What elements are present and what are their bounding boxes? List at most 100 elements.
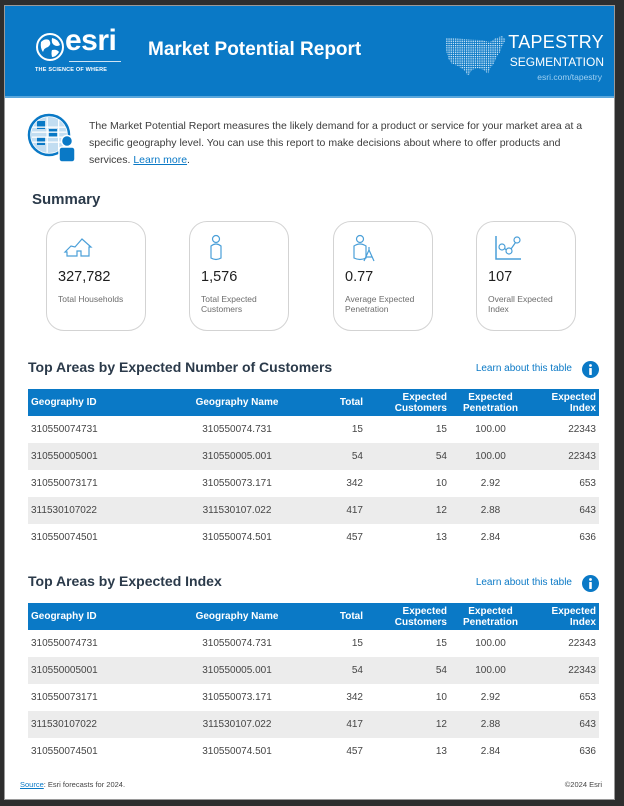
intro-description: The Market Potential Report measures the… bbox=[89, 118, 599, 169]
cell-expected-penetration: 100.00 bbox=[475, 424, 506, 435]
cell-total: 54 bbox=[305, 657, 366, 684]
cell-expected-penetration: 100.00 bbox=[450, 657, 531, 684]
source-text: : Esri forecasts for 2024. bbox=[43, 780, 126, 789]
table-header-row: Geography ID Geography Name Total Expect… bbox=[28, 389, 599, 416]
cell-geography-name: 311530107.022 bbox=[169, 711, 305, 738]
table-row: 310550073171 310550073.171 342 10 2.92 653 bbox=[28, 684, 599, 711]
summary-value: 327,782 bbox=[58, 269, 111, 285]
tapestry-url[interactable]: esri.com/tapestry bbox=[537, 72, 602, 82]
table-row: 311530107022 311530107.022 417 12 2.88 643 bbox=[28, 711, 599, 738]
cell-geography-id: 310550073171 bbox=[31, 478, 98, 489]
cell-total: 457 bbox=[346, 532, 363, 543]
cell-expected-penetration: 2.88 bbox=[450, 711, 531, 738]
summary-heading: Summary bbox=[32, 191, 101, 208]
tapestry-subtitle: SEGMENTATION bbox=[509, 55, 604, 69]
copyright: ©2024 Esri bbox=[564, 780, 602, 789]
table-row: 310550074731 310550074.731 15 15 100.00 22343 bbox=[28, 416, 599, 443]
cell-geography-id: 310550074731 bbox=[31, 638, 98, 649]
cell-expected-penetration: 100.00 bbox=[475, 638, 506, 649]
source-link[interactable]: Source bbox=[20, 780, 44, 789]
cell-geography-id: 310550005001 bbox=[28, 443, 169, 470]
cell-expected-customers: 15 bbox=[435, 424, 447, 435]
cell-total: 15 bbox=[351, 638, 363, 649]
table-header-row: Geography ID Geography Name Total Expect… bbox=[28, 603, 599, 630]
cell-geography-name: 311530107.022 bbox=[169, 497, 305, 524]
summary-value: 107 bbox=[488, 269, 513, 285]
cell-geography-name: 310550074.501 bbox=[202, 532, 272, 543]
house-icon bbox=[63, 238, 93, 257]
cell-total: 457 bbox=[346, 746, 363, 757]
cell-expected-penetration: 100.00 bbox=[450, 443, 531, 470]
brand-name: esri bbox=[65, 24, 117, 57]
cell-expected-index: 636 bbox=[579, 532, 596, 543]
col-total: Total bbox=[305, 389, 366, 416]
table-row: 310550074501 310550074.501 457 13 2.84 636 bbox=[28, 738, 599, 765]
summary-value: 0.77 bbox=[345, 269, 374, 285]
cell-geography-id: 310550074501 bbox=[31, 532, 98, 543]
cell-expected-index: 653 bbox=[579, 478, 596, 489]
cell-geography-name: 310550005.001 bbox=[169, 657, 305, 684]
learn-more-link[interactable]: Learn more bbox=[133, 154, 187, 166]
report-page: esri THE SCIENCE OF WHERE Market Potenti… bbox=[4, 5, 615, 800]
brand-tagline: THE SCIENCE OF WHERE bbox=[35, 67, 108, 73]
customers-table-title: Top Areas by Expected Number of Customer… bbox=[28, 359, 333, 375]
cell-expected-index: 643 bbox=[531, 497, 599, 524]
cell-total: 342 bbox=[346, 478, 363, 489]
summary-value: 1,576 bbox=[201, 269, 238, 285]
col-expected-index: Expected Index bbox=[531, 603, 599, 630]
cell-geography-name: 310550074.731 bbox=[202, 424, 272, 435]
cell-expected-customers: 12 bbox=[366, 711, 450, 738]
cell-geography-name: 310550073.171 bbox=[202, 692, 272, 703]
cell-expected-penetration: 2.88 bbox=[450, 497, 531, 524]
col-geography-name: Geography Name bbox=[169, 389, 305, 416]
col-expected-penetration: Expected Penetration bbox=[450, 389, 531, 416]
intro-suffix: . bbox=[187, 154, 190, 166]
cell-geography-name: 310550074.731 bbox=[202, 638, 272, 649]
tapestry-logo[interactable]: TAPESTRY SEGMENTATION esri.com/tapestry bbox=[444, 28, 604, 88]
col-geography-name: Geography Name bbox=[169, 603, 305, 630]
col-expected-customers: Expected Customers bbox=[366, 389, 450, 416]
learn-about-table-link[interactable]: Learn about this table bbox=[476, 577, 572, 588]
col-total: Total bbox=[305, 603, 366, 630]
info-icon[interactable] bbox=[582, 575, 599, 592]
cell-expected-customers: 10 bbox=[435, 478, 447, 489]
info-icon[interactable] bbox=[582, 361, 599, 378]
cell-geography-id: 310550005001 bbox=[28, 657, 169, 684]
cell-expected-index: 636 bbox=[579, 746, 596, 757]
col-expected-customers: Expected Customers bbox=[366, 603, 450, 630]
table-row: 310550074501 310550074.501 457 13 2.84 636 bbox=[28, 524, 599, 551]
globe-icon bbox=[36, 33, 64, 61]
esri-logo: esri THE SCIENCE OF WHERE bbox=[35, 24, 127, 80]
cell-expected-penetration: 2.92 bbox=[480, 478, 501, 489]
cell-total: 417 bbox=[305, 497, 366, 524]
cell-expected-customers: 10 bbox=[435, 692, 447, 703]
cell-expected-customers: 54 bbox=[366, 657, 450, 684]
summary-card-index: 107 Overall Expected Index bbox=[476, 221, 576, 331]
summary-card-penetration: 0.77 Average Expected Penetration bbox=[333, 221, 433, 331]
table-row: 311530107022 311530107.022 417 12 2.88 643 bbox=[28, 497, 599, 524]
cell-total: 342 bbox=[346, 692, 363, 703]
cell-geography-id: 311530107022 bbox=[28, 497, 169, 524]
tapestry-title: TAPESTRY bbox=[508, 32, 604, 52]
cell-geography-id: 310550074501 bbox=[31, 746, 98, 757]
cell-total: 54 bbox=[305, 443, 366, 470]
index-table: Geography ID Geography Name Total Expect… bbox=[28, 603, 599, 765]
cell-expected-penetration: 2.92 bbox=[480, 692, 501, 703]
customers-table: Geography ID Geography Name Total Expect… bbox=[28, 389, 599, 551]
cell-expected-customers: 13 bbox=[435, 746, 447, 757]
cell-expected-penetration: 2.84 bbox=[480, 532, 501, 543]
usa-map-icon bbox=[446, 36, 506, 76]
cell-expected-index: 22343 bbox=[531, 443, 599, 470]
cell-geography-id: 310550073171 bbox=[31, 692, 98, 703]
learn-about-table-link[interactable]: Learn about this table bbox=[476, 363, 572, 374]
cell-total: 15 bbox=[351, 424, 363, 435]
summary-card-households: 327,782 Total Households bbox=[46, 221, 146, 331]
summary-label: Total Households bbox=[58, 294, 124, 304]
cell-expected-index: 643 bbox=[531, 711, 599, 738]
cell-expected-customers: 54 bbox=[366, 443, 450, 470]
col-expected-penetration: Expected Penetration bbox=[450, 603, 531, 630]
summary-card-customers: 1,576 Total Expected Customers bbox=[189, 221, 289, 331]
table-row: 310550073171 310550073.171 342 10 2.92 653 bbox=[28, 470, 599, 497]
summary-label: Total Expected Customers bbox=[201, 294, 257, 314]
cell-expected-index: 22343 bbox=[568, 638, 596, 649]
